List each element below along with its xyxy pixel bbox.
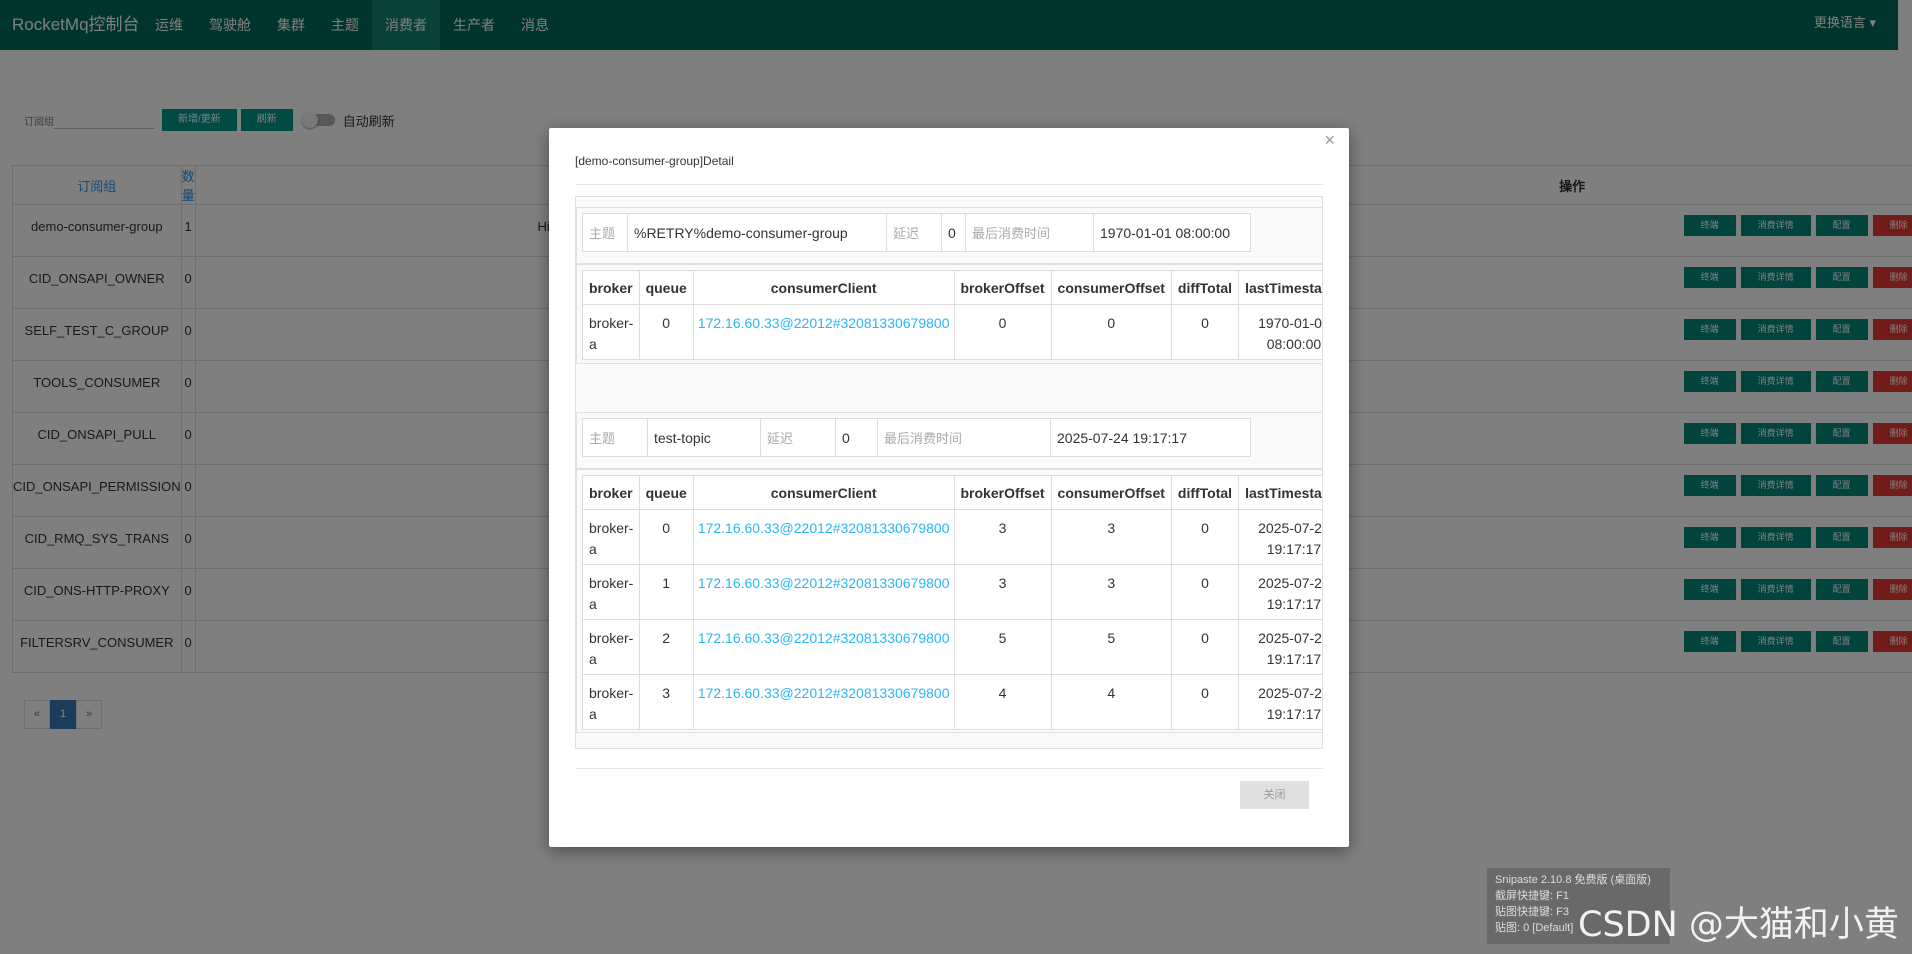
title-divider [575,184,1323,185]
block1-queue-table: broker queue consumerClient brokerOffset con… [582,270,1322,360]
broker-cell: broker-a [582,619,640,675]
broker-offset-cell: 5 [953,619,1052,675]
last-time-value: 1970-01-01 08:00:00 [1093,213,1251,252]
delay-label: 延迟 [760,418,836,457]
topic-label: 主题 [582,213,628,252]
queue-cell: 3 [638,674,694,730]
queue-col-header: consumerClient [692,270,955,305]
consumer-client-link[interactable]: 172.16.60.33@22012#32081330679800 [692,619,955,675]
consumer-offset-cell: 5 [1050,619,1172,675]
last-time-label: 最后消费时间 [877,418,1051,457]
topic-label: 主题 [582,418,648,457]
broker-cell: broker-a [582,304,640,360]
modal-body[interactable]: 主题 %RETRY%demo-consumer-group 延迟 0 最后消费时… [575,196,1323,749]
snipaste-line: Snipaste 2.10.8 免费版 (桌面版) [1495,874,1651,886]
diff-total-cell: 0 [1170,509,1240,565]
delay-label: 延迟 [886,213,942,252]
consumer-client-link[interactable]: 172.16.60.33@22012#32081330679800 [692,304,955,360]
block2-queue-table: broker queue consumerClient brokerOffset con… [582,475,1322,730]
queue-col-header: broker [582,270,640,305]
queue-row: broker-a 2 172.16.60.33@22012#320813306798… [582,619,1322,675]
last-timestamp-cell: 1970-01-01 08:00:00 [1238,304,1322,360]
broker-cell: broker-a [582,674,640,730]
csdn-watermark: CSDN @大猫和小黄 [1578,905,1899,945]
footer-divider [575,768,1323,769]
consumer-offset-cell: 0 [1050,304,1172,360]
queue-col-header: brokerOffset [953,475,1052,510]
close-icon[interactable]: × [1324,130,1335,151]
diff-total-cell: 0 [1170,674,1240,730]
diff-total-cell: 0 [1170,564,1240,620]
close-button[interactable]: 关闭 [1240,781,1309,809]
queue-cell: 0 [638,509,694,565]
delay-value: 0 [941,213,966,252]
queue-col-header: queue [638,270,694,305]
queue-col-header: consumerClient [692,475,955,510]
consumer-offset-cell: 3 [1050,564,1172,620]
queue-col-header: consumerOffset [1050,270,1172,305]
topic-value: %RETRY%demo-consumer-group [627,213,887,252]
last-time-label: 最后消费时间 [965,213,1094,252]
block1-info-table: 主题 %RETRY%demo-consumer-group 延迟 0 最后消费时… [582,213,1251,252]
broker-offset-cell: 4 [953,674,1052,730]
diff-total-cell: 0 [1170,304,1240,360]
queue-cell: 0 [638,304,694,360]
queue-col-header: consumerOffset [1050,475,1172,510]
consumer-offset-cell: 3 [1050,509,1172,565]
queue-cell: 2 [638,619,694,675]
delay-value: 0 [835,418,878,457]
broker-cell: broker-a [582,509,640,565]
queue-row: broker-a 0 172.16.60.33@22012#320813306798… [582,304,1322,360]
queue-col-header: diffTotal [1170,270,1240,305]
queue-row: broker-a 1 172.16.60.33@22012#320813306798… [582,564,1322,620]
queue-col-header: lastTimestamp [1238,270,1322,305]
queue-col-header: diffTotal [1170,475,1240,510]
consumer-client-link[interactable]: 172.16.60.33@22012#32081330679800 [692,564,955,620]
last-timestamp-cell: 2025-07-24 19:17:17 [1238,564,1322,620]
broker-offset-cell: 3 [953,564,1052,620]
topic-value: test-topic [647,418,761,457]
queue-row: broker-a 3 172.16.60.33@22012#320813306798… [582,674,1322,730]
broker-offset-cell: 3 [953,509,1052,565]
block2-info-table: 主题 test-topic 延迟 0 最后消费时间 2025-07-24 19:… [582,418,1251,457]
diff-total-cell: 0 [1170,619,1240,675]
last-timestamp-cell: 2025-07-24 19:17:17 [1238,674,1322,730]
modal-title: [demo-consumer-group]Detail [575,154,734,168]
broker-cell: broker-a [582,564,640,620]
last-timestamp-cell: 2025-07-24 19:17:17 [1238,509,1322,565]
queue-col-header: lastTimestamp [1238,475,1322,510]
queue-row: broker-a 0 172.16.60.33@22012#320813306798… [582,509,1322,565]
consumer-detail-modal: × [demo-consumer-group]Detail 主题 %RETRY%… [549,128,1349,847]
last-timestamp-cell: 2025-07-24 19:17:17 [1238,619,1322,675]
queue-col-header: broker [582,475,640,510]
consumer-offset-cell: 4 [1050,674,1172,730]
consumer-client-link[interactable]: 172.16.60.33@22012#32081330679800 [692,509,955,565]
last-time-value: 2025-07-24 19:17:17 [1050,418,1251,457]
consumer-client-link[interactable]: 172.16.60.33@22012#32081330679800 [692,674,955,730]
broker-offset-cell: 0 [953,304,1052,360]
queue-col-header: brokerOffset [953,270,1052,305]
queue-cell: 1 [638,564,694,620]
queue-col-header: queue [638,475,694,510]
